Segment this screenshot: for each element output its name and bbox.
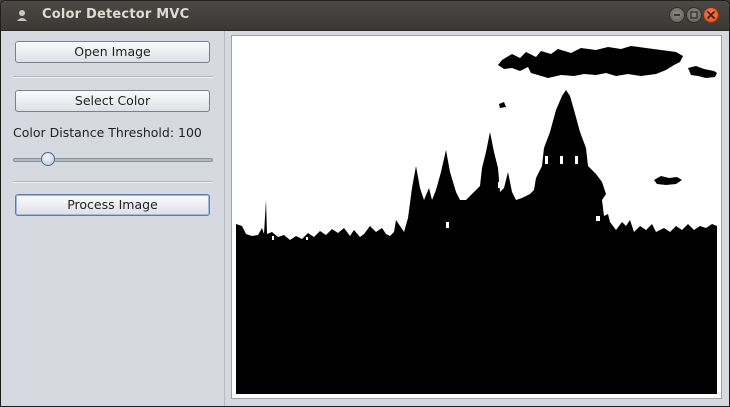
select-color-button[interactable]: Select Color [15, 90, 210, 112]
window-title: Color Detector MVC [42, 7, 190, 22]
image-frame [231, 35, 722, 399]
open-image-button[interactable]: Open Image [15, 41, 210, 63]
app-icon [17, 10, 27, 21]
close-button[interactable] [703, 7, 719, 23]
control-panel: Open Image Select Color Color Distance T… [2, 31, 224, 406]
process-image-button[interactable]: Process Image [15, 194, 210, 216]
maximize-icon [690, 11, 698, 19]
maximize-button[interactable] [686, 7, 702, 23]
close-icon [707, 11, 715, 19]
panel-divider [224, 31, 225, 406]
app-window: Color Detector MVC Open Image Select Col… [0, 0, 730, 407]
threshold-label: Color Distance Threshold: 100 [13, 125, 202, 140]
minimize-icon [674, 14, 680, 16]
minimize-button[interactable] [669, 7, 685, 23]
image-panel [226, 31, 729, 406]
separator [13, 76, 213, 78]
separator [13, 181, 213, 183]
threshold-slider-thumb[interactable] [40, 152, 55, 166]
title-bar[interactable]: Color Detector MVC [1, 1, 729, 31]
castle-silhouette-image [236, 40, 717, 394]
